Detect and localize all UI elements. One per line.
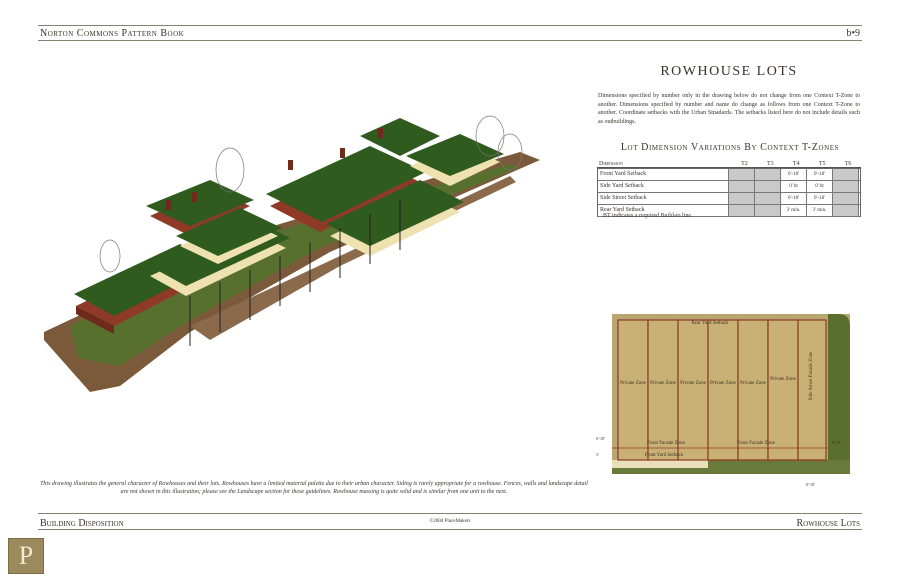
dim-right: 6'-18' — [832, 440, 841, 445]
cell-t2 — [729, 193, 755, 204]
private-zone-1: Private Zone — [620, 381, 646, 386]
cell-t3 — [755, 169, 781, 180]
private-zone-6: Private Zone — [770, 377, 796, 382]
front-facade-label-1: Front Facade Zone — [647, 441, 686, 446]
cell-t6 — [833, 181, 859, 192]
illustration-caption: This drawing illustrates the general cha… — [40, 481, 588, 495]
footer-topic: Rowhouse Lots — [796, 518, 861, 529]
private-zone-2: Private Zone — [650, 381, 676, 386]
table-note: BT indicates a required Build-to line. — [603, 213, 693, 219]
col-t4: T4 — [792, 161, 800, 167]
cell-t2 — [729, 169, 755, 180]
page-number: b•9 — [846, 28, 860, 39]
front-yard-label: Front Yard Setback — [645, 453, 684, 458]
row-label: Side Yard Setback — [598, 181, 729, 192]
cell-t5: 0'-18' — [807, 193, 833, 204]
footer-rule — [38, 513, 862, 514]
table-row: Side Street Setback 6'-18' 0'-18' — [598, 193, 860, 205]
table-row: Side Yard Setback 0' bt 0' bt — [598, 181, 860, 193]
dim-bottom: 0'-18' — [806, 482, 815, 487]
cell-t5: 0'-18' — [807, 169, 833, 180]
dimension-table: Dimension T2 T3 T4 T5 T6 Front Yard Setb… — [597, 157, 861, 217]
row-label: Front Yard Setback — [598, 169, 729, 180]
table-title: Lot Dimension Variations By Context T-Zo… — [620, 142, 840, 153]
private-zone-4: Private Zone — [710, 381, 736, 386]
side-street-label: Side Street Facade Zone — [809, 351, 814, 401]
table-header: Dimension T2 T3 T4 T5 T6 — [597, 157, 861, 168]
cell-t3 — [755, 205, 781, 216]
header-title: Norton Commons Pattern Book — [40, 28, 185, 39]
footer-underline — [38, 529, 862, 530]
cell-t3 — [755, 193, 781, 204]
lot-lines — [617, 319, 827, 461]
cell-t2 — [729, 205, 755, 216]
lot-plan-diagram: Rear Yard Setback Private Zone Private Z… — [596, 314, 850, 487]
footer-copyright: ©2004 PlaceMakers — [429, 519, 471, 524]
footer-section: Building Disposition — [40, 518, 124, 529]
dim-left-2: 3' — [596, 452, 599, 457]
header-rule — [38, 25, 862, 26]
col-t5: T5 — [818, 161, 826, 167]
cell-t2 — [729, 181, 755, 192]
cell-t6 — [833, 205, 859, 216]
dim-left-1: 0'-18' — [596, 436, 605, 441]
private-zone-3: Private Zone — [680, 381, 706, 386]
header-underline — [38, 40, 862, 41]
side-street-grass — [828, 314, 850, 474]
intro-paragraph: Dimensions specified by number only in t… — [598, 93, 860, 125]
cell-t4: 0' bt — [781, 181, 807, 192]
col-dimension: Dimension — [599, 161, 623, 167]
cell-t3 — [755, 181, 781, 192]
cell-t4: 3' min. — [781, 205, 807, 216]
col-t6: T6 — [844, 161, 852, 167]
table-row: Front Yard Setback 6'-18' 0'-18' — [598, 169, 860, 181]
rear-yard-label: Rear Yard Setback — [691, 321, 729, 326]
rowhouse-illustration — [44, 115, 540, 392]
col-t3: T3 — [767, 161, 774, 167]
front-facade-label-2: Front Facade Zone — [737, 441, 776, 446]
cell-t4: 6'-18' — [781, 169, 807, 180]
row-label: Side Street Setback — [598, 193, 729, 204]
col-t2: T2 — [741, 161, 748, 167]
cell-t4: 6'-18' — [781, 193, 807, 204]
private-zone-5: Private Zone — [740, 381, 766, 386]
cell-t5: 3' min. — [807, 205, 833, 216]
page-title: ROWHOUSE LOTS — [660, 64, 798, 79]
cell-t6 — [833, 193, 859, 204]
cell-t5: 0' bt — [807, 181, 833, 192]
placemakers-logo: P — [8, 538, 44, 574]
cell-t6 — [833, 169, 859, 180]
